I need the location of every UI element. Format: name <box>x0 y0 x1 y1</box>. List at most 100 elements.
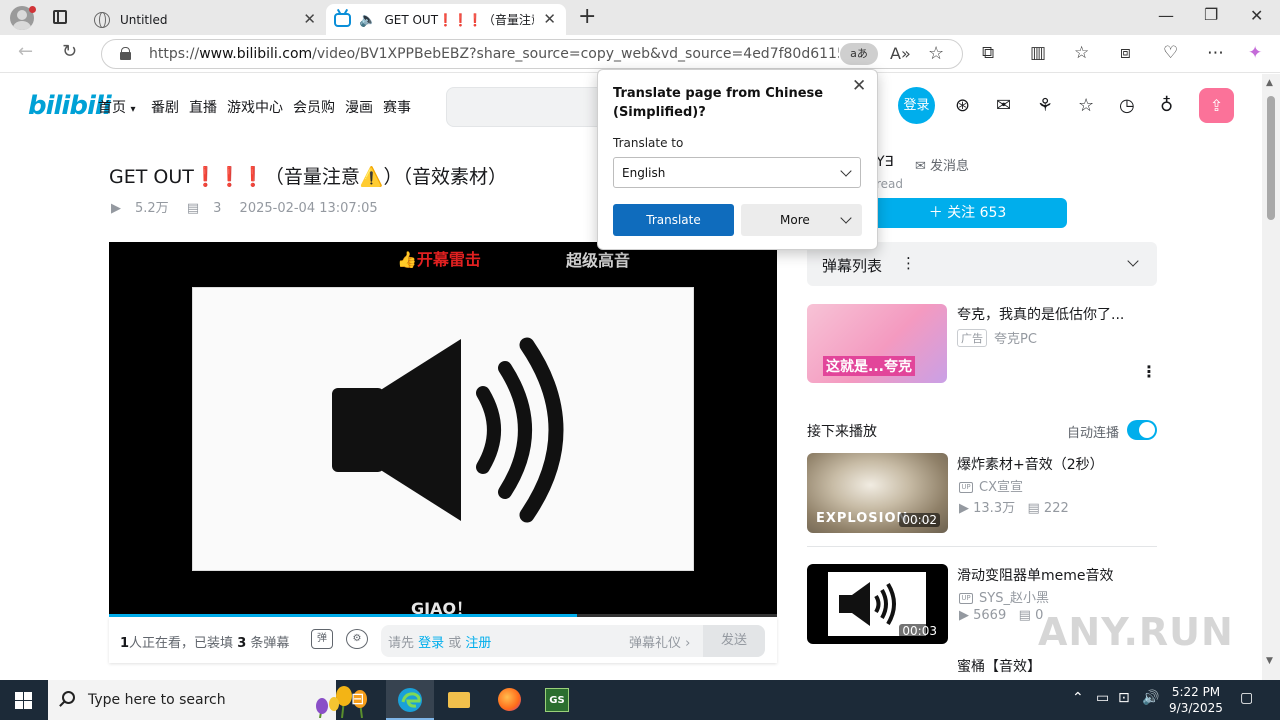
refresh-icon[interactable]: ↻ <box>62 41 77 62</box>
tab-actions-icon[interactable] <box>53 10 67 24</box>
follow-button[interactable]: ＋ 关注 653 <box>868 198 1067 228</box>
vip-icon[interactable]: ⊛ <box>955 95 970 116</box>
back-icon[interactable]: ← <box>18 41 33 62</box>
up-icon: UP <box>959 593 973 604</box>
ad-thumbnail[interactable]: 这就是...夸克 <box>807 304 947 383</box>
more-vertical-icon[interactable]: ⋮ <box>1141 362 1157 381</box>
ad-title[interactable]: 夸克，我真的是低估你了... <box>957 304 1124 324</box>
tab-bilibili-video[interactable]: 🔈 GET OUT❗❗❗（音量注意⚠️）（音效素材） ✕ <box>326 4 566 35</box>
view-count: 5.2万 <box>135 201 169 216</box>
split-screen-icon[interactable]: ▥ <box>1030 43 1046 63</box>
recommendation-title[interactable]: 蜜桶【音效】 <box>957 656 1041 676</box>
tab-audio-icon[interactable]: 🔈 <box>359 12 376 28</box>
translate-button[interactable]: Translate <box>613 204 734 236</box>
upload-button[interactable]: ⇪ <box>1199 88 1234 123</box>
page-scrollbar[interactable]: ▲ ▼ <box>1262 74 1280 680</box>
register-link[interactable]: 注册 <box>465 636 491 651</box>
uploader-name[interactable]: Y∃ <box>876 154 893 170</box>
close-tab-icon[interactable]: ✕ <box>303 10 316 28</box>
scroll-down-icon[interactable]: ▼ <box>1266 656 1273 666</box>
nav-manga[interactable]: 漫画 <box>345 97 373 117</box>
copilot-icon[interactable]: ✦ <box>1248 43 1262 63</box>
gs-app-icon[interactable]: GS <box>534 680 582 720</box>
url-text[interactable]: https://www.bilibili.com/video/BV1XPPBeb… <box>149 46 839 62</box>
file-explorer-icon[interactable] <box>435 680 483 720</box>
taskbar-clock[interactable]: 5:22 PM 9/3/2025 <box>1166 684 1226 716</box>
close-icon[interactable]: ✕ <box>852 76 866 96</box>
minimize-icon[interactable]: — <box>1158 6 1174 25</box>
danmaku-input[interactable]: 请先 登录 或 注册 弹幕礼仪 › 发送 <box>381 625 765 657</box>
dynamic-icon[interactable]: ⚘ <box>1037 95 1053 116</box>
danmaku-count: 3 <box>213 201 222 216</box>
danmu-bullet: 👍开幕雷击 <box>397 246 481 270</box>
watchers-text: 1人正在看，已装填 3 条弹幕 <box>120 636 290 651</box>
history-clock-icon[interactable]: ◷ <box>1119 95 1135 116</box>
settings-more-icon[interactable]: ⋯ <box>1207 43 1224 63</box>
more-button[interactable]: More <box>741 204 862 236</box>
windows-start-icon[interactable] <box>15 692 32 709</box>
volume-icon[interactable]: 🔊 <box>1142 690 1159 706</box>
nav-live[interactable]: 直播 <box>189 97 217 117</box>
network-icon[interactable]: ⊡ <box>1118 690 1130 706</box>
notifications-icon[interactable]: ▢ <box>1240 690 1253 706</box>
publish-date: 2025-02-04 13:07:05 <box>239 201 378 216</box>
video-player[interactable]: 👍开幕雷击 超级高音 GIAO！ <box>109 242 777 617</box>
close-tab-icon[interactable]: ✕ <box>543 10 556 28</box>
recommendation-author[interactable]: UP SYS_赵小黑 <box>959 587 1049 606</box>
tab-untitled[interactable]: Untitled ✕ <box>84 4 326 35</box>
favorites-star-icon[interactable]: ☆ <box>1078 95 1094 116</box>
favorite-star-icon[interactable]: ☆ <box>928 43 944 64</box>
show-hidden-icons[interactable]: ⌃ <box>1072 690 1084 706</box>
recommendation-title[interactable]: 滑动变阻器单meme音效 <box>957 565 1114 585</box>
tab-title: GET OUT❗❗❗（音量注意⚠️）（音效素材） <box>384 13 534 27</box>
nav-esports[interactable]: 赛事 <box>383 97 411 117</box>
login-link[interactable]: 登录 <box>418 636 444 651</box>
taskbar-search-box[interactable]: Type here to search <box>48 680 367 720</box>
extensions-icon[interactable]: ⧉ <box>982 43 994 63</box>
creator-bulb-icon[interactable]: ♁ <box>1160 95 1173 116</box>
recommendation-thumbnail[interactable]: EXPLOSION ... 00:02 <box>807 453 948 533</box>
favorites-icon[interactable]: ☆ <box>1074 43 1089 63</box>
login-button[interactable]: 登录 <box>898 87 935 124</box>
new-tab-icon[interactable]: + <box>578 4 596 29</box>
send-message-link[interactable]: ✉ 发消息 <box>915 155 969 174</box>
ad-thumb-text: 这就是...夸克 <box>823 356 915 376</box>
more-vertical-icon[interactable]: ⋮ <box>901 254 916 272</box>
ad-source[interactable]: 夸克PC <box>994 328 1037 347</box>
danmaku-settings-icon[interactable]: ⚙ <box>346 629 368 649</box>
address-bar[interactable]: https://www.bilibili.com/video/BV1XPPBeb… <box>101 39 963 69</box>
language-select[interactable]: English <box>613 157 861 188</box>
danmaku-etiquette-link[interactable]: 弹幕礼仪 › <box>629 632 690 651</box>
firefox-icon[interactable] <box>485 680 533 720</box>
search-input[interactable] <box>446 87 606 127</box>
battery-icon[interactable]: ▭ <box>1096 690 1109 706</box>
scroll-up-icon[interactable]: ▲ <box>1266 78 1273 88</box>
window-close-icon[interactable]: ✕ <box>1250 6 1263 25</box>
read-aloud-icon[interactable]: A» <box>890 44 911 63</box>
message-icon[interactable]: ✉ <box>996 95 1011 116</box>
nav-shop[interactable]: 会员购 <box>293 97 335 117</box>
recommendation-thumbnail[interactable]: 00:03 <box>807 564 948 644</box>
search-icon <box>62 691 75 704</box>
autoplay-toggle[interactable] <box>1127 420 1157 440</box>
speaker-icon <box>332 337 564 523</box>
danmu-bullet: 超级高音 <box>566 247 630 271</box>
nav-home[interactable]: 首页 ▾ <box>98 97 135 117</box>
danmaku-icon: ▤ <box>1027 501 1044 516</box>
collections-icon[interactable]: ⧈ <box>1120 43 1131 63</box>
lock-icon[interactable] <box>120 47 131 60</box>
translate-page-icon[interactable]: aあ <box>840 43 878 65</box>
recommendation-title[interactable]: 爆炸素材+音效（2秒） <box>957 454 1104 474</box>
restore-icon[interactable]: ❐ <box>1204 5 1218 24</box>
danmaku-toggle-icon[interactable]: 弹 <box>311 629 333 649</box>
danmu-text: 超级高音 <box>566 251 631 270</box>
recommendation-author[interactable]: UP CX宣宣 <box>959 476 1023 495</box>
browser-essentials-icon[interactable]: ♡ <box>1163 43 1178 63</box>
edge-taskbar-icon[interactable] <box>386 680 434 720</box>
scroll-thumb[interactable] <box>1267 96 1275 220</box>
send-button[interactable]: 发送 <box>703 625 765 657</box>
chevron-down-icon[interactable] <box>1127 255 1139 267</box>
nav-game-center[interactable]: 游戏中心 <box>227 97 283 117</box>
task-view-icon[interactable]: ⊟ <box>336 680 384 720</box>
nav-bangumi[interactable]: 番剧 <box>151 97 179 117</box>
